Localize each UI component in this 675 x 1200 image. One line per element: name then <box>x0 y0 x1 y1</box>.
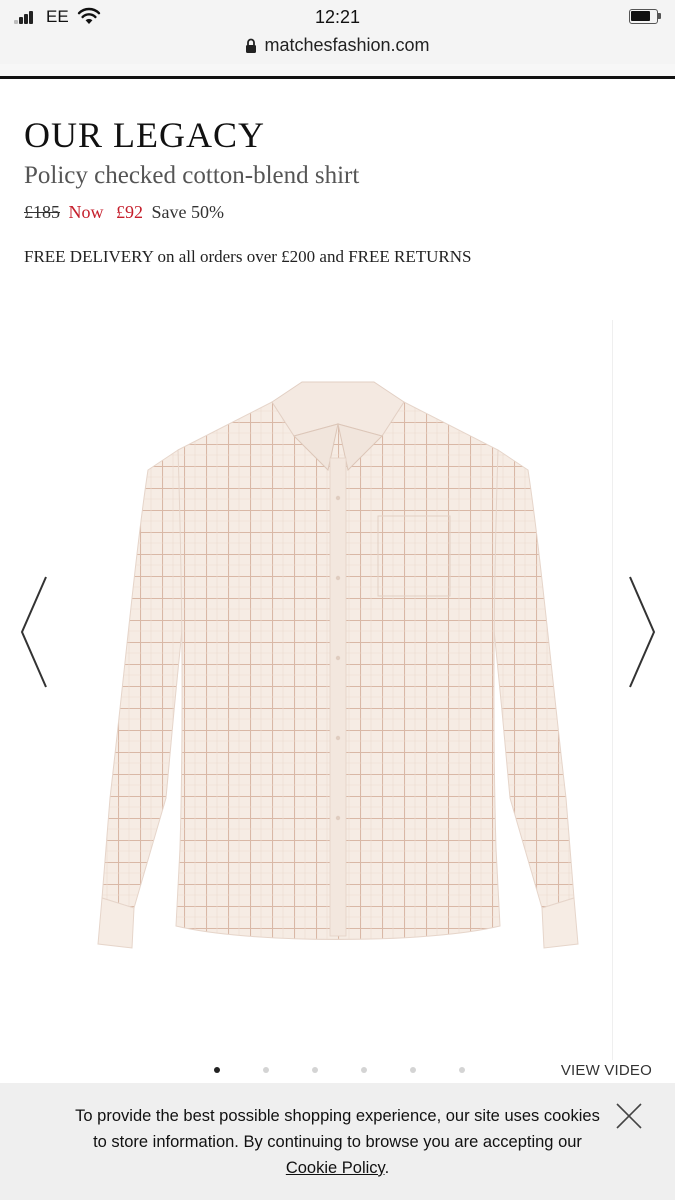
address-bar[interactable]: matchesfashion.com <box>0 34 675 64</box>
delivery-note: FREE DELIVERY on all orders over £200 an… <box>24 247 472 266</box>
status-time: 12:21 <box>314 7 361 27</box>
battery-icon <box>629 9 661 24</box>
cookie-text-end: . <box>384 1159 390 1177</box>
gallery-pagination <box>200 1064 480 1078</box>
original-price: £185 <box>24 202 60 222</box>
price-line: £185 Now £92 Save 50% <box>24 202 224 223</box>
status-bar: EE 12:21 <box>0 0 675 34</box>
header-divider <box>0 76 675 79</box>
cookie-banner: To provide the best possible shopping ex… <box>0 1083 675 1200</box>
header-spacer <box>0 64 675 76</box>
gallery-edge <box>612 320 613 1060</box>
gallery-dot[interactable] <box>263 1067 269 1073</box>
chevron-right-icon[interactable] <box>624 573 660 691</box>
gallery-dot[interactable] <box>459 1067 465 1073</box>
savings-text: Save 50% <box>151 202 224 222</box>
close-icon[interactable] <box>614 1101 644 1131</box>
gallery-dot[interactable] <box>361 1067 367 1073</box>
cookie-message: To provide the best possible shopping ex… <box>70 1103 605 1181</box>
url-text[interactable]: matchesfashion.com <box>264 35 429 56</box>
product-title: Policy checked cotton-blend shirt <box>24 162 360 189</box>
sale-price: £92 <box>116 202 143 222</box>
gallery-dot[interactable] <box>410 1067 416 1073</box>
cookie-policy-link[interactable]: Cookie Policy <box>286 1159 385 1177</box>
cookie-text: To provide the best possible shopping ex… <box>75 1107 600 1151</box>
gallery-dot[interactable] <box>214 1067 220 1073</box>
lock-icon <box>246 38 257 53</box>
gallery-dot[interactable] <box>312 1067 318 1073</box>
now-label: Now <box>68 202 104 222</box>
chevron-left-icon[interactable] <box>16 573 52 691</box>
brand-name[interactable]: OUR LEGACY <box>24 114 265 156</box>
view-video-link[interactable]: VIEW VIDEO <box>561 1062 652 1079</box>
product-image-shirt[interactable] <box>96 378 580 952</box>
